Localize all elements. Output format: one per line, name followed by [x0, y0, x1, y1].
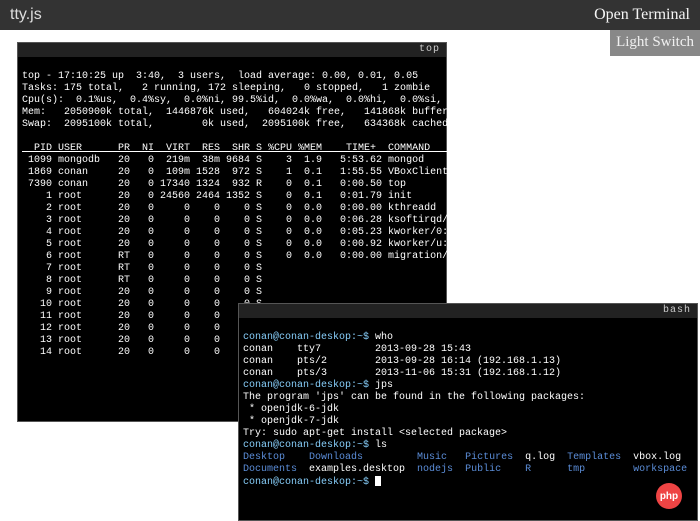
- out-line: conan pts/2 2013-09-28 16:14 (192.168.1.…: [243, 356, 561, 367]
- top-row: 11 root 20 0 0 0 0 S: [22, 311, 262, 322]
- light-switch-button[interactable]: Light Switch: [610, 30, 700, 56]
- top-header: PID USER PR NI VIRT RES SHR S %CPU %MEM …: [22, 143, 502, 154]
- terminal-bash[interactable]: bash conan@conan-deskop:~$ who conan tty…: [238, 303, 698, 521]
- ls-file: vbox.log: [633, 452, 681, 463]
- ls-dir: nodejs: [417, 464, 465, 475]
- ls-dir: Templates: [567, 452, 633, 463]
- top-row: 3 root 20 0 0 0 0 S 0 0.0 0:06.28 ksofti…: [22, 215, 454, 226]
- ls-dir: R: [525, 464, 567, 475]
- ls-dir: workspace: [633, 464, 687, 475]
- out-line: conan pts/3 2013-11-06 15:31 (192.168.1.…: [243, 368, 561, 379]
- prompt: conan@conan-deskop:~$: [243, 477, 375, 488]
- ls-file: q.log: [525, 452, 567, 463]
- top-line: Mem: 2050900k total, 1446876k used, 6040…: [22, 107, 454, 118]
- ls-dir: Public: [465, 464, 525, 475]
- top-row: 1099 mongodb 20 0 219m 38m 9684 S 3 1.9 …: [22, 155, 424, 166]
- cmd: jps: [375, 380, 393, 391]
- cmd: ls: [375, 440, 387, 451]
- ls-file: examples.desktop: [309, 464, 417, 475]
- ls-dir: Pictures: [465, 452, 525, 463]
- ls-dir: Downloads: [309, 452, 417, 463]
- brand-title: tty.js: [10, 6, 42, 24]
- top-line: Swap: 2095100k total, 0k used, 2095100k …: [22, 119, 448, 130]
- top-row: 7390 conan 20 0 17340 1324 932 R 0 0.1 0…: [22, 179, 406, 190]
- top-line: Tasks: 175 total, 2 running, 172 sleepin…: [22, 83, 430, 94]
- out-line: conan tty7 2013-09-28 15:43: [243, 344, 471, 355]
- out-line: The program 'jps' can be found in the fo…: [243, 392, 585, 403]
- out-line: Try: sudo apt-get install <selected pack…: [243, 428, 507, 439]
- out-line: * openjdk-7-jdk: [243, 416, 339, 427]
- ls-dir: Desktop: [243, 452, 309, 463]
- cmd: who: [375, 332, 393, 343]
- top-row: 7 root RT 0 0 0 0 S: [22, 263, 262, 274]
- top-row: 9 root 20 0 0 0 0 S: [22, 287, 262, 298]
- top-row: 13 root 20 0 0 0 0 S: [22, 335, 262, 346]
- out-line: * openjdk-6-jdk: [243, 404, 339, 415]
- top-row: 5 root 20 0 0 0 0 S 0 0.0 0:00.92 kworke…: [22, 239, 454, 250]
- terminal-body: conan@conan-deskop:~$ who conan tty7 201…: [239, 318, 697, 491]
- top-line: Cpu(s): 0.1%us, 0.4%sy, 0.0%ni, 99.5%id,…: [22, 95, 490, 106]
- cursor-icon: [375, 476, 381, 486]
- prompt: conan@conan-deskop:~$: [243, 380, 375, 391]
- navbar: tty.js Open Terminal: [0, 0, 700, 30]
- top-row: 1 root 20 0 24560 2464 1352 S 0 0.1 0:01…: [22, 191, 412, 202]
- top-row: 1869 conan 20 0 109m 1528 972 S 1 0.1 1:…: [22, 167, 448, 178]
- top-row: 12 root 20 0 0 0 0 S: [22, 323, 262, 334]
- php-badge: php: [656, 483, 682, 509]
- terminal-title-bar[interactable]: bash: [239, 304, 697, 318]
- ls-dir: Music: [417, 452, 465, 463]
- ls-dir: Documents: [243, 464, 309, 475]
- ls-dir: tmp: [567, 464, 633, 475]
- top-row: 2 root 20 0 0 0 0 S 0 0.0 0:00.00 kthrea…: [22, 203, 436, 214]
- prompt: conan@conan-deskop:~$: [243, 332, 375, 343]
- top-row: 14 root 20 0 0 0 0 S: [22, 347, 262, 358]
- top-row: 10 root 20 0 0 0 0 S: [22, 299, 262, 310]
- top-row: 6 root RT 0 0 0 0 S 0 0.0 0:00.00 migrat…: [22, 251, 454, 262]
- top-row: 4 root 20 0 0 0 0 S 0 0.0 0:05.23 kworke…: [22, 227, 454, 238]
- open-terminal-link[interactable]: Open Terminal: [594, 6, 690, 24]
- terminal-title-bar[interactable]: top: [18, 43, 446, 57]
- top-line: top - 17:10:25 up 3:40, 3 users, load av…: [22, 71, 418, 82]
- prompt: conan@conan-deskop:~$: [243, 440, 375, 451]
- top-row: 8 root RT 0 0 0 0 S: [22, 275, 262, 286]
